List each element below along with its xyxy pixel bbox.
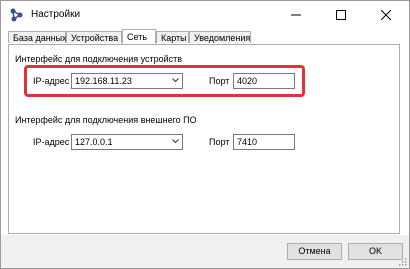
external-ip-label: IP-адрес: [33, 137, 70, 147]
external-ip-select[interactable]: 127.0.0.1: [71, 134, 183, 150]
app-icon: [9, 7, 25, 23]
tab-maps[interactable]: Карты: [156, 31, 189, 43]
network-panel: Интерфейс для подключения устройств IP-а…: [8, 44, 400, 234]
cancel-button[interactable]: Отмена: [287, 243, 342, 260]
external-ip-value: 127.0.0.1: [75, 137, 113, 147]
close-icon: [381, 10, 391, 20]
chevron-down-icon: [172, 78, 179, 83]
ok-button[interactable]: OK: [348, 243, 403, 260]
external-port-label: Порт: [209, 137, 230, 147]
window-title: Настройки: [31, 9, 81, 20]
tab-notifications[interactable]: Уведомления: [189, 31, 251, 43]
device-port-field[interactable]: 4020: [233, 73, 295, 89]
device-port-value: 4020: [237, 76, 258, 86]
tab-network[interactable]: Сеть: [122, 29, 156, 44]
external-port-field[interactable]: 7410: [233, 134, 295, 150]
device-ip-label: IP-адрес: [33, 76, 70, 86]
maximize-icon: [336, 10, 346, 20]
maximize-button[interactable]: [319, 1, 364, 29]
device-port-label: Порт: [209, 76, 230, 86]
close-button[interactable]: [364, 1, 409, 29]
device-ip-value: 192.168.11.23: [75, 76, 132, 86]
external-port-value: 7410: [237, 137, 258, 147]
dialog-footer: Отмена OK: [1, 235, 409, 268]
device-interface-label: Интерфейс для подключения устройств: [15, 54, 183, 64]
chevron-down-icon: [172, 139, 179, 144]
minimize-icon: [291, 14, 301, 16]
resize-grip-icon[interactable]: [399, 258, 407, 266]
device-ip-select[interactable]: 192.168.11.23: [71, 73, 183, 89]
title-bar[interactable]: Настройки: [1, 1, 409, 29]
tab-database[interactable]: База данных: [8, 31, 67, 43]
tab-devices[interactable]: Устройства: [66, 31, 122, 43]
minimize-button[interactable]: [274, 1, 319, 29]
external-interface-label: Интерфейс для подключения внешнего ПО: [15, 115, 197, 125]
settings-window: Настройки База данных Устройства Сеть Ка…: [0, 0, 410, 269]
